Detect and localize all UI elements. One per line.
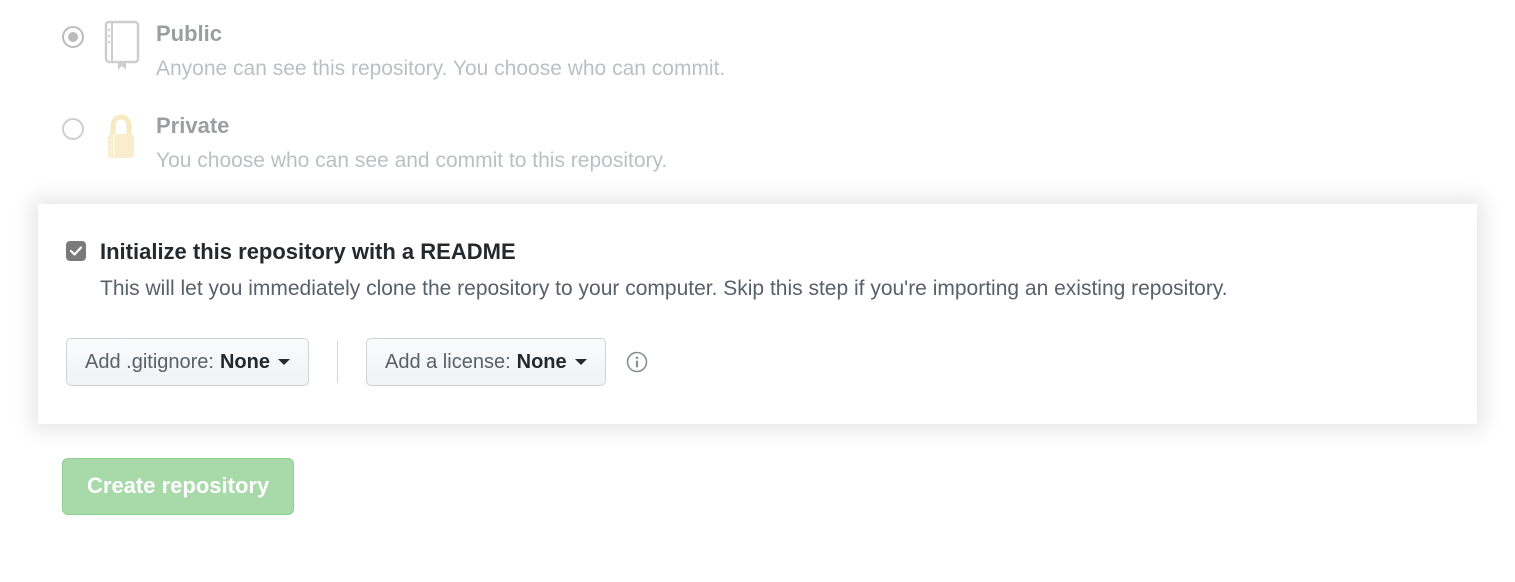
gitignore-value: None	[220, 349, 270, 375]
readme-row: Initialize this repository with a README…	[66, 238, 1449, 304]
readme-text: Initialize this repository with a README…	[100, 238, 1228, 304]
public-text: Public Anyone can see this repository. Y…	[156, 20, 725, 84]
initialize-panel: Initialize this repository with a README…	[38, 204, 1477, 424]
license-label: Add a license:	[385, 349, 511, 375]
chevron-down-icon	[278, 359, 290, 365]
gitignore-label: Add .gitignore:	[85, 349, 214, 375]
radio-public-dot	[68, 32, 78, 42]
radio-private[interactable]	[62, 118, 84, 140]
create-repository-button[interactable]: Create repository	[62, 458, 294, 514]
license-dropdown[interactable]: Add a license: None	[366, 338, 606, 386]
public-desc: Anyone can see this repository. You choo…	[156, 53, 725, 85]
radio-public[interactable]	[62, 26, 84, 48]
dropdown-row: Add .gitignore: None Add a license: None	[66, 338, 1449, 386]
readme-title: Initialize this repository with a README	[100, 238, 1228, 267]
license-value: None	[517, 349, 567, 375]
visibility-section: Public Anyone can see this repository. Y…	[0, 0, 1515, 176]
gitignore-dropdown[interactable]: Add .gitignore: None	[66, 338, 309, 386]
readme-desc: This will let you immediately clone the …	[100, 273, 1228, 305]
private-desc: You choose who can see and commit to thi…	[156, 145, 667, 177]
public-title: Public	[156, 20, 725, 49]
check-icon	[69, 244, 83, 258]
initialize-readme-checkbox[interactable]	[66, 241, 86, 261]
submit-row: Create repository	[62, 458, 1515, 514]
chevron-down-icon	[575, 359, 587, 365]
lock-icon	[100, 112, 142, 162]
visibility-option-private[interactable]: Private You choose who can see and commi…	[62, 112, 1515, 176]
private-title: Private	[156, 112, 667, 141]
private-text: Private You choose who can see and commi…	[156, 112, 667, 176]
visibility-option-public[interactable]: Public Anyone can see this repository. Y…	[62, 20, 1515, 84]
info-icon[interactable]	[626, 351, 648, 373]
divider	[337, 341, 338, 383]
repo-icon	[100, 20, 142, 70]
